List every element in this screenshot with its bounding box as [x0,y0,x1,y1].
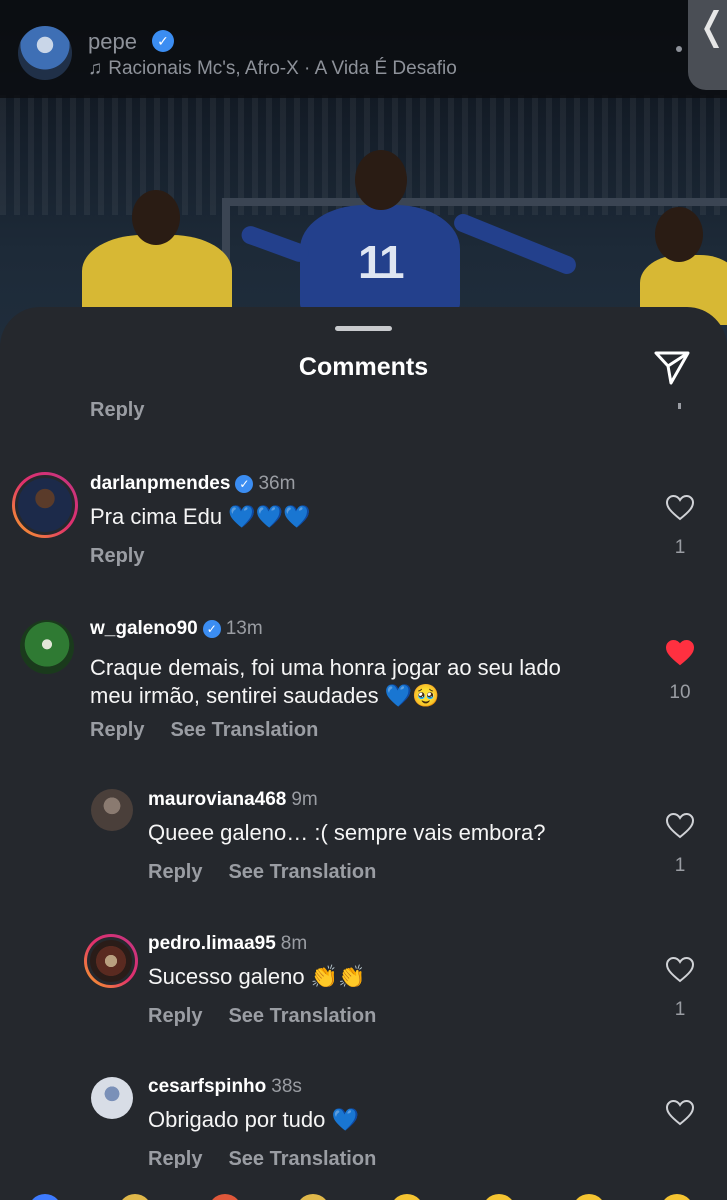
fire-emoji-icon[interactable] [208,1194,242,1200]
commenter-avatar[interactable] [12,472,78,538]
comment-username[interactable]: mauroviana468 [148,789,286,810]
crying-face-emoji-icon[interactable] [390,1194,424,1200]
like-count: 1 [674,855,686,876]
author-avatar[interactable] [18,26,72,80]
music-note-icon: ♫ [88,58,103,79]
player-center: 11 [239,150,579,315]
comment-emoji: 👏👏 [310,964,366,989]
comment-text-body: Obrigado por tudo [148,1107,326,1132]
comment-username-row: darlanpmendes ✓ 36m [90,473,295,495]
like-count: 10 [669,682,691,703]
comment-actions: Reply See Translation [90,719,344,742]
surprised-face-emoji-icon[interactable] [572,1194,606,1200]
reply-button[interactable]: Reply [148,1148,202,1170]
commenter-avatar[interactable] [91,1077,133,1119]
see-translation-button[interactable]: See Translation [228,1005,376,1027]
reply-button[interactable]: Reply [148,1005,202,1027]
heart-outline-icon[interactable] [666,1100,694,1126]
comment-emoji: 💙🥹 [384,683,440,708]
blue-heart-emoji-icon[interactable] [28,1194,62,1200]
comments-sheet: Comments Reply darlanpmendes ✓ 36m Pra cim… [0,307,727,1200]
verified-badge-icon: ✓ [235,475,254,493]
music-title: Racionais Mc's, Afro-X · A Vida É Desafi… [108,58,457,79]
reply-button[interactable]: Reply [90,719,144,741]
heart-outline-icon[interactable] [666,813,694,839]
comment-text: Queee galeno… :( sempre vais embora? [148,820,546,845]
comment-text: Sucesso galeno 👏👏 [148,963,365,991]
commenter-avatar[interactable] [20,620,74,674]
comment-time: 36m [258,473,296,494]
comment-text-line: meu irmão, sentirei saudades 💙🥹 [90,682,561,710]
comment-text-body: Sucesso galeno [148,964,305,989]
comment-text-line: Craque demais, foi uma honra jogar ao se… [90,655,561,680]
like-count: 1 [674,537,686,558]
heart-outline-icon[interactable] [666,957,694,983]
reply-button[interactable]: Reply [90,545,144,567]
commenter-avatar[interactable] [91,789,133,831]
comment-time: 8m [280,933,308,954]
reply-button[interactable]: Reply [148,861,202,883]
comment-emoji: 💙💙💙 [228,504,311,529]
see-translation-button[interactable]: See Translation [170,719,318,741]
see-translation-button[interactable]: See Translation [228,861,376,883]
laughing-face-emoji-icon[interactable] [660,1194,694,1200]
comment-username-row: cesarfspinho 38s [148,1076,302,1098]
comment-text-body: meu irmão, sentirei saudades [90,683,379,708]
comment-username[interactable]: darlanpmendes [90,473,230,494]
verified-badge-icon: ✓ [152,30,174,52]
like-count: 1 [674,999,686,1020]
comment-username[interactable]: pedro.limaa95 [148,933,276,954]
comment-text: Pra cima Edu 💙💙💙 [90,503,310,531]
comment-time: 9m [291,789,318,810]
reply-link-previous[interactable]: Reply [90,399,144,422]
heart-eyes-emoji-icon[interactable] [482,1194,516,1200]
quick-reaction-bar [0,1168,727,1200]
comment-emoji: 💙 [331,1107,359,1132]
comment-time: 38s [271,1076,302,1097]
comment-actions: Reply See Translation [148,1005,402,1028]
comment-text-body: Pra cima Edu [90,504,223,529]
heart-outline-icon[interactable] [666,495,694,521]
comment-username-row: mauroviana468 9m [148,789,318,811]
reel-header: pepe ✓ ♫ Racionais Mc's, Afro-X · A Vida … [0,0,727,98]
sheet-title: Comments [298,353,429,381]
see-translation-button[interactable]: See Translation [228,1148,376,1170]
like-count-previous [678,403,681,409]
verified-badge-icon: ✓ [202,620,221,638]
comment-text: Craque demais, foi uma honra jogar ao se… [90,654,561,710]
comment-time: 13m [225,618,263,639]
comment-username[interactable]: cesarfspinho [148,1076,266,1097]
commenter-avatar[interactable] [84,934,138,988]
comment-actions: Reply [90,545,170,568]
comment-username[interactable]: w_galeno90 [90,618,198,639]
chevron-left-icon: ❬ [696,4,727,48]
comment-actions: Reply See Translation [148,861,402,884]
more-dot-icon[interactable] [676,46,682,52]
comment-text: Obrigado por tudo 💙 [148,1106,359,1134]
sheet-grabber[interactable] [335,326,392,331]
side-collapse-tab[interactable]: ❬ [688,0,727,90]
share-send-icon[interactable] [652,347,692,387]
comment-username-row: w_galeno90 ✓ 13m [90,618,263,640]
heart-filled-icon[interactable] [666,640,694,666]
clap-emoji-icon[interactable] [118,1194,152,1200]
author-username[interactable]: pepe [88,29,137,55]
jersey-number: 11 [358,236,405,288]
music-info[interactable]: ♫ Racionais Mc's, Afro-X · A Vida É Desaf… [88,58,457,80]
comment-username-row: pedro.limaa95 8m [148,933,307,955]
raised-hands-emoji-icon[interactable] [296,1194,330,1200]
